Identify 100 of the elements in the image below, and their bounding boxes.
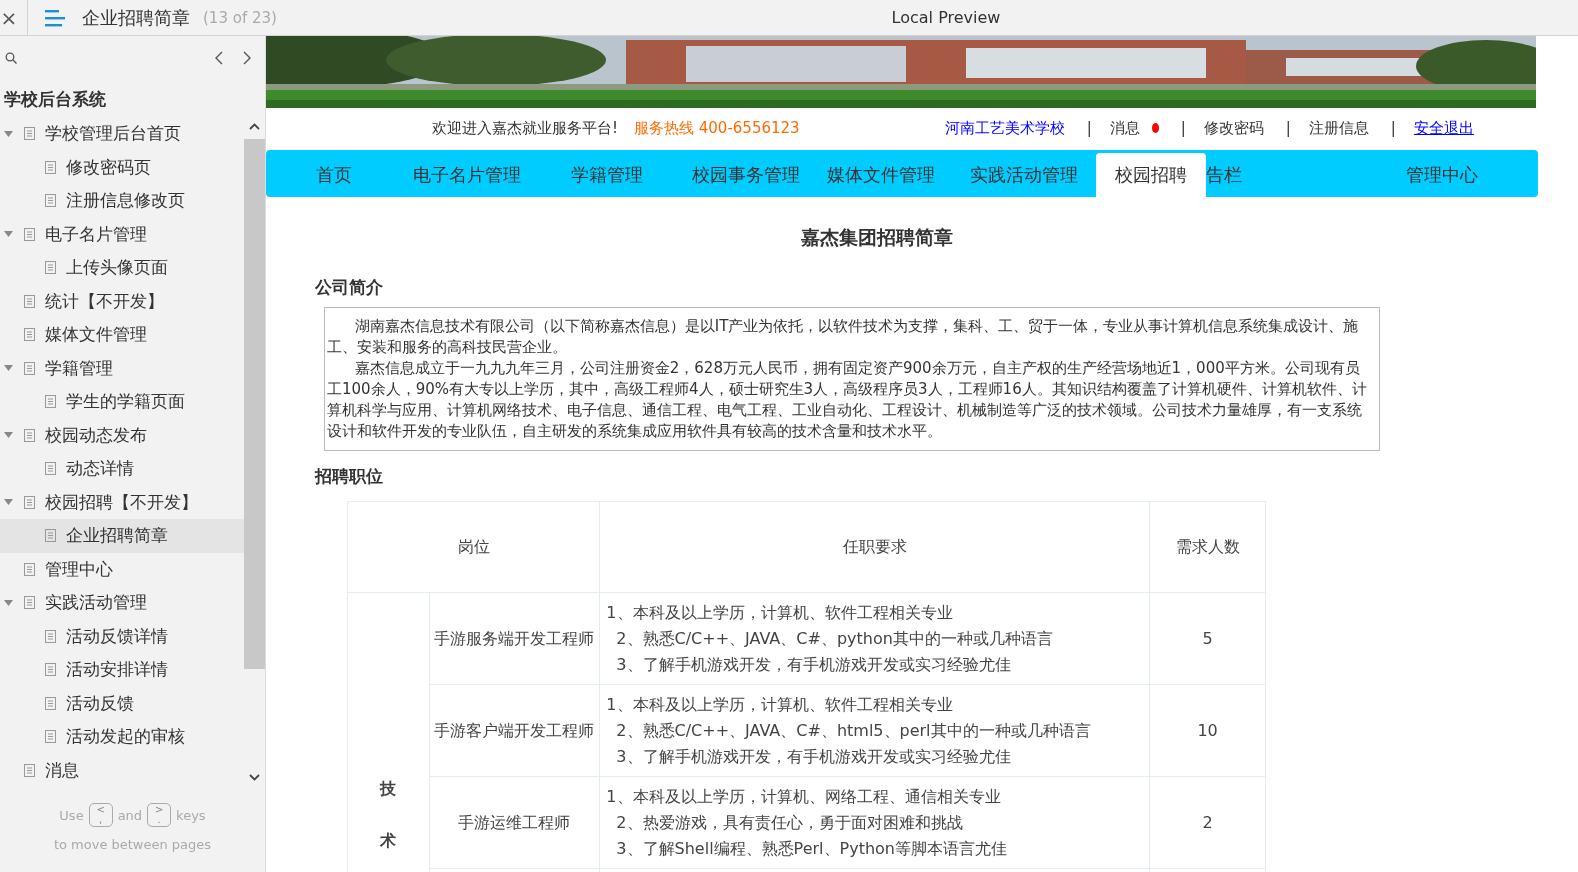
expand-triangle-icon[interactable] xyxy=(4,432,13,439)
requirement-text: 2、熟悉C/C++、JAVA、C#、html5、perl其中的一种或几种语言 xyxy=(615,719,1092,742)
expand-triangle-icon[interactable] xyxy=(4,599,13,606)
nav-tab[interactable]: 电子名片管理 xyxy=(402,153,532,197)
requirement-text: 2、熟悉C/C++、JAVA、C#、python其中的一种或几种语言 xyxy=(615,627,1054,650)
sidebar-item[interactable]: 电子名片管理 xyxy=(0,217,244,251)
sidebar-item[interactable]: 媒体文件管理 xyxy=(0,318,244,352)
sidebar-item[interactable]: 活动发起的审核 xyxy=(0,720,244,754)
page-icon xyxy=(45,730,56,744)
separator-text: | xyxy=(1086,119,1092,137)
next-icon[interactable] xyxy=(243,51,251,65)
page-icon xyxy=(45,696,56,710)
page-icon xyxy=(45,261,56,275)
intro-paragraph: 湖南嘉杰信息技术有限公司（以下简称嘉杰信息）是以IT产业为依托，以软件技术为支撑，集科、工、贸于一体，专业从事计算机信息系统集成设计、施工、安装和服务的高科技民营企业。 xyxy=(327,316,1360,358)
logout-link[interactable]: 安全退出 xyxy=(1413,118,1474,138)
sidebar-item[interactable]: 管理中心 xyxy=(0,552,244,586)
page-icon xyxy=(24,328,35,342)
page-counter: (13 of 23) xyxy=(203,8,277,27)
hint-text: and xyxy=(117,807,143,823)
separator-text: | xyxy=(1180,119,1186,137)
expand-triangle-icon[interactable] xyxy=(4,499,13,506)
page-icon xyxy=(45,194,56,208)
nav-tab[interactable]: 管理中心 xyxy=(1242,153,1538,197)
sidebar-item[interactable]: 校园动态发布 xyxy=(0,418,244,452)
window-title: Local Preview xyxy=(891,8,1001,27)
key-cap: < , xyxy=(88,803,113,827)
nav-tab[interactable]: 首页 xyxy=(266,153,402,197)
project-title: 学校后台系统 xyxy=(3,88,107,111)
separator-text: | xyxy=(1390,119,1396,137)
table-header: 岗位 xyxy=(347,501,600,593)
key-cap: > . xyxy=(147,803,172,827)
category-cell-text: 技术 xyxy=(380,778,397,852)
requirement-text: 1、本科及以上学历，计算机、网络工程、通信相关专业 xyxy=(606,785,1002,808)
hint-text: to move between pages xyxy=(53,837,212,852)
sidebar-item[interactable]: 修改密码页 xyxy=(0,150,244,184)
nav-tab[interactable]: 媒体文件管理 xyxy=(810,153,952,197)
search-icon[interactable] xyxy=(5,52,17,64)
page-icon xyxy=(24,596,35,610)
page-icon xyxy=(45,395,56,409)
section-heading: 招聘职位 xyxy=(315,465,384,488)
requirement-text: 1、本科及以上学历，计算机、软件工程相关专业 xyxy=(606,693,954,716)
school-link[interactable]: 河南工艺美术学校 xyxy=(944,118,1065,138)
page-icon xyxy=(24,495,35,509)
expand-triangle-icon[interactable] xyxy=(4,231,13,238)
hotline-text: 服务热线 400-6556123 xyxy=(634,118,800,138)
requirement-text: 3、了解手机游戏开发，有手机游戏开发或实习经验尤佳 xyxy=(615,745,1012,768)
sidebar-item[interactable]: 统计【不开发】 xyxy=(0,284,244,318)
sidebar-item[interactable]: 学校管理后台首页 xyxy=(0,117,244,151)
sidebar-item[interactable]: 上传头像页面 xyxy=(0,251,244,285)
table-cell: 5 xyxy=(1202,629,1213,648)
scrollbar-thumb[interactable] xyxy=(244,139,265,669)
nav-tab[interactable]: 告栏 xyxy=(1206,153,1242,197)
page-icon xyxy=(24,361,35,375)
scroll-down-icon[interactable] xyxy=(249,774,260,781)
page-title: 企业招聘简章 xyxy=(82,5,190,30)
nav-tab[interactable]: 校园事务管理 xyxy=(682,153,810,197)
page-icon xyxy=(24,763,35,777)
header-link[interactable]: 注册信息 xyxy=(1308,118,1369,138)
page-icon xyxy=(24,294,35,308)
sidebar-item[interactable]: 学生的学籍页面 xyxy=(0,385,244,419)
page-icon xyxy=(24,127,35,141)
sidebar-item[interactable]: 活动反馈 xyxy=(0,686,244,720)
intro-paragraph: 嘉杰信息成立于一九九九年三月，公司注册资金2，628万元人民币，拥有固定资产900余万元，自主产权的生产经营场地近1，000平方米。公司现有员工100余人，90%有大专以上学历，其中，高级工程师4人，硕士研究生3人，高级程序员3人，工程师16人。其知识结构覆盖了计算机硬件、计算机软件、计算机科学与应用、计算机网络技术、电子信息、通信工程、电气工程、工业自动化、工程设计、机械制造等广泛的技术领域。公司技术力量雄厚，有一支系统设计和软件开发的专业队伍，自主研发的系统集成应用软件具有较高的技术含量和技术水平。 xyxy=(327,358,1367,442)
sidebar-item[interactable]: 实践活动管理 xyxy=(0,586,244,620)
welcome-text: 欢迎进入嘉杰就业服务平台! xyxy=(432,118,618,138)
expand-triangle-icon[interactable] xyxy=(4,130,13,137)
nav-tab[interactable]: 学籍管理 xyxy=(532,153,682,197)
table-header: 任职要求 xyxy=(599,501,1150,593)
sidebar-item[interactable]: 企业招聘简章 xyxy=(0,519,244,553)
article-title: 嘉杰集团招聘简章 xyxy=(800,225,954,250)
page-icon xyxy=(45,663,56,677)
close-icon[interactable]: × xyxy=(0,7,18,28)
table-cell: 手游客户端开发工程师 xyxy=(434,720,595,740)
requirement-text: 3、了解手机游戏开发，有手机游戏开发或实习经验尤佳 xyxy=(615,653,1012,676)
sidebar-item[interactable]: 动态详情 xyxy=(0,452,244,486)
scroll-up-icon[interactable] xyxy=(249,123,260,130)
requirement-text: 3、了解Shell编程、熟悉Perl、Python等脚本语言尤佳 xyxy=(615,837,1008,860)
sidebar-item[interactable]: 学籍管理 xyxy=(0,351,244,385)
expand-triangle-icon[interactable] xyxy=(4,365,13,372)
hint-text: keys xyxy=(176,807,206,823)
page-icon xyxy=(45,629,56,643)
table-header: 需求人数 xyxy=(1149,501,1266,593)
page-icon xyxy=(45,160,56,174)
sidebar-item[interactable]: 消息 xyxy=(0,753,244,787)
nav-tab[interactable]: 校园招聘 xyxy=(1096,153,1206,197)
requirement-text: 2、热爱游戏，具有责任心，勇于面对困难和挑战 xyxy=(615,811,964,834)
table-cell: 10 xyxy=(1197,721,1218,740)
nav-tab[interactable]: 实践活动管理 xyxy=(952,153,1096,197)
page-icon xyxy=(24,428,35,442)
sidebar-item[interactable]: 注册信息修改页 xyxy=(0,184,244,218)
previous-icon[interactable] xyxy=(215,51,223,65)
sidebar-item[interactable]: 校园招聘【不开发】 xyxy=(0,485,244,519)
sidebar-item[interactable]: 活动反馈详情 xyxy=(0,619,244,653)
page-icon xyxy=(45,462,56,476)
menu-icon[interactable] xyxy=(45,8,65,27)
header-link[interactable]: 修改密码 xyxy=(1203,118,1264,138)
sidebar-item[interactable]: 活动安排详情 xyxy=(0,653,244,687)
hint-text: Use xyxy=(59,807,84,823)
header-link[interactable]: 消息 xyxy=(1109,118,1140,138)
separator-text: | xyxy=(1285,119,1291,137)
